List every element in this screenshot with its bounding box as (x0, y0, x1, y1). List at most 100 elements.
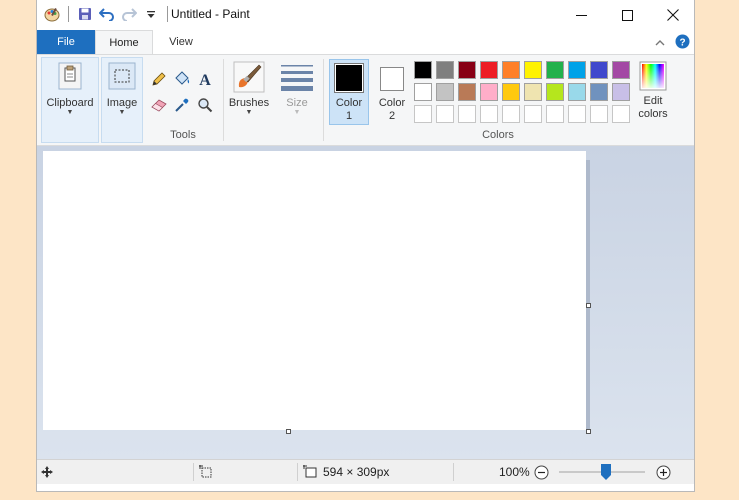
ribbon: Clipboard ▼ Image ▼ A Tools Brushes ▼ Si… (37, 54, 694, 146)
clipboard-label: Clipboard (46, 97, 94, 109)
palette-swatch[interactable] (612, 61, 630, 79)
palette-swatch[interactable] (502, 83, 520, 101)
svg-text:A: A (199, 72, 211, 87)
palette-swatch[interactable] (414, 61, 432, 79)
size-label: Size (286, 97, 308, 109)
palette-swatch[interactable] (546, 61, 564, 79)
edit-colors-button[interactable]: Edit colors (635, 61, 671, 121)
color1-label: Color 1 (329, 97, 369, 123)
tab-file[interactable]: File (37, 30, 95, 54)
color1-swatch (336, 65, 362, 91)
paint-app-icon[interactable] (43, 5, 61, 23)
palette-swatch[interactable] (458, 61, 476, 79)
selection-size (199, 460, 213, 484)
resize-handle-corner[interactable] (586, 429, 591, 434)
custom-color-slot[interactable] (458, 105, 476, 123)
custom-color-slot[interactable] (502, 105, 520, 123)
edit-colors-label-line1: Edit (643, 95, 663, 107)
pencil-icon[interactable] (149, 69, 169, 89)
color1-label-line1: Color (335, 97, 363, 109)
minimize-button[interactable] (558, 0, 604, 30)
tab-home[interactable]: Home (95, 30, 153, 54)
fill-bucket-icon[interactable] (172, 69, 192, 89)
svg-text:?: ? (679, 37, 685, 48)
size-button[interactable]: Size ▼ (275, 63, 319, 117)
zoom-in-button[interactable] (656, 460, 671, 484)
clipboard-dropdown[interactable]: Clipboard ▼ (41, 61, 99, 117)
color2-swatch (382, 69, 402, 89)
magnifier-icon[interactable] (195, 95, 215, 115)
save-icon[interactable] (76, 5, 94, 23)
zoom-slider[interactable] (559, 460, 645, 484)
custom-color-slot[interactable] (546, 105, 564, 123)
image-caret-icon: ▼ (118, 109, 126, 116)
canvas-size-text: 594 × 309px (323, 465, 390, 479)
color1-label-line2: 1 (345, 110, 353, 122)
customize-qat-icon[interactable] (142, 5, 160, 23)
image-dropdown[interactable]: Image ▼ (101, 61, 143, 117)
palette-swatch[interactable] (546, 83, 564, 101)
status-divider-2 (297, 463, 298, 481)
palette-swatch[interactable] (524, 83, 542, 101)
canvas-workspace (37, 146, 694, 459)
close-button[interactable] (650, 0, 694, 30)
color2-button[interactable] (380, 67, 404, 91)
drawing-canvas[interactable] (43, 151, 586, 430)
resize-handle-right[interactable] (586, 303, 591, 308)
palette-swatch[interactable] (458, 83, 476, 101)
custom-color-slot[interactable] (436, 105, 454, 123)
text-icon[interactable]: A (195, 69, 215, 89)
canvas-size-icon (303, 465, 317, 478)
close-icon (667, 9, 679, 21)
palette-swatch[interactable] (480, 83, 498, 101)
palette-swatch[interactable] (612, 83, 630, 101)
palette-swatch[interactable] (568, 61, 586, 79)
palette-swatch[interactable] (480, 61, 498, 79)
maximize-icon (621, 9, 633, 21)
palette-swatch[interactable] (436, 61, 454, 79)
collapse-ribbon-icon[interactable] (655, 37, 665, 49)
zoom-out-button[interactable] (534, 460, 549, 484)
window-title: Untitled - Paint (171, 7, 250, 21)
size-caret-icon: ▼ (293, 109, 301, 116)
brushes-button[interactable]: Brushes ▼ (227, 61, 271, 117)
help-icon[interactable]: ? (675, 34, 690, 52)
move-cursor-icon (41, 466, 53, 478)
custom-color-slot[interactable] (612, 105, 630, 123)
custom-color-slot[interactable] (590, 105, 608, 123)
qat-separator (68, 6, 69, 22)
undo-icon[interactable] (98, 5, 116, 23)
redo-icon[interactable] (120, 5, 138, 23)
maximize-button[interactable] (604, 0, 650, 30)
color-palette (414, 61, 636, 127)
palette-swatch[interactable] (568, 83, 586, 101)
custom-color-slot[interactable] (524, 105, 542, 123)
palette-swatch[interactable] (436, 83, 454, 101)
color1-swatch-frame (334, 63, 364, 93)
tools-group: A Tools (145, 55, 221, 145)
palette-swatch[interactable] (590, 83, 608, 101)
custom-color-slot[interactable] (414, 105, 432, 123)
brush-icon (233, 61, 265, 93)
color2-label: Color 2 (371, 97, 413, 123)
palette-swatch[interactable] (414, 83, 432, 101)
resize-handle-bottom[interactable] (286, 429, 291, 434)
color-picker-icon[interactable] (172, 95, 192, 115)
palette-swatch[interactable] (502, 61, 520, 79)
eraser-icon[interactable] (149, 95, 169, 115)
group-separator (223, 59, 224, 141)
custom-color-slot[interactable] (568, 105, 586, 123)
palette-swatch[interactable] (590, 61, 608, 79)
brushes-group: Brushes ▼ (227, 55, 271, 145)
select-icon (108, 62, 136, 90)
custom-color-slot[interactable] (480, 105, 498, 123)
brushes-caret-icon: ▼ (245, 109, 253, 116)
palette-swatch[interactable] (524, 61, 542, 79)
clipboard-caret-icon: ▼ (66, 109, 74, 116)
line-size-icon (281, 65, 313, 91)
group-separator-2 (323, 59, 324, 141)
title-bar: Untitled - Paint (37, 0, 694, 30)
tab-view[interactable]: View (159, 30, 203, 54)
zoom-slider-thumb[interactable] (601, 464, 611, 480)
size-group: Size ▼ (275, 55, 319, 145)
